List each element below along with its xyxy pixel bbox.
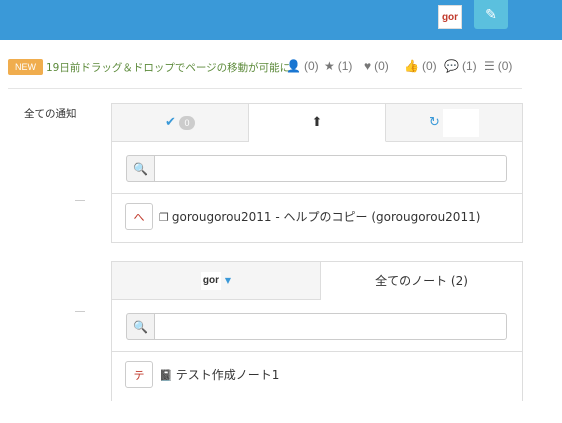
tab-checked[interactable]: ✔ 0: [112, 104, 249, 141]
user-icon: 👤: [286, 59, 301, 73]
check-icon: ✔: [165, 115, 176, 130]
page-thumbnail: へ: [125, 203, 153, 230]
notes-search: 🔍: [112, 300, 522, 352]
item-text: テスト作成ノート1: [175, 368, 280, 382]
search-input[interactable]: [154, 155, 507, 182]
notes-tabs: gor ▼ 全てのノート (2): [112, 262, 522, 300]
tab-refresh[interactable]: ↻: [386, 104, 522, 141]
upload-icon: ⬆: [311, 115, 323, 130]
stat-users[interactable]: 👤 (0): [286, 59, 319, 73]
notes-panel: gor ▼ 全てのノート (2) 🔍 テ 📓 テスト作成ノート1: [111, 261, 523, 401]
new-badge: NEW: [8, 59, 43, 75]
divider: [8, 88, 522, 89]
stat-value: (0): [374, 59, 389, 73]
search-input[interactable]: [154, 313, 507, 340]
thumbs-up-icon: 👍: [404, 59, 419, 73]
user-avatar[interactable]: gor: [438, 5, 462, 29]
edit-button[interactable]: ✎: [474, 0, 508, 29]
stat-value: (0): [421, 59, 437, 73]
tab-label: 全てのノート (2): [375, 274, 468, 288]
divider: [75, 200, 85, 201]
item-label[interactable]: ❐ gorougorou2011 - ヘルプのコピー (gorougorou201…: [159, 208, 480, 225]
comments-icon: 💬: [444, 59, 459, 73]
heart-icon: ♥: [364, 59, 372, 73]
stat-list[interactable]: ☰ (0): [484, 59, 512, 73]
tab-all-notes[interactable]: 全てのノート (2): [321, 262, 522, 300]
all-notifications-label[interactable]: 全ての通知: [24, 106, 77, 121]
stat-stars[interactable]: ★ (1): [324, 59, 352, 73]
search-icon: 🔍: [133, 319, 148, 334]
list-item[interactable]: へ ❐ gorougorou2011 - ヘルプのコピー (gorougorou2…: [112, 194, 522, 238]
search-icon: 🔍: [133, 161, 148, 176]
count-badge: 0: [178, 115, 195, 130]
stat-comments[interactable]: 💬 (1): [444, 59, 477, 73]
user-avatar: gor: [200, 271, 221, 290]
book-icon: 📓: [159, 369, 173, 382]
tab-user-filter[interactable]: gor ▼: [112, 262, 321, 299]
blank-area: [442, 108, 479, 137]
refresh-icon: ↻: [429, 115, 440, 130]
caret-down-icon: ▼: [224, 276, 232, 285]
list-icon: ☰: [484, 59, 495, 73]
info-bar: NEW 19日前ドラッグ＆ドロップでページの移動が可能に 👤 (0) ★ (1) ♥…: [0, 56, 522, 80]
search-button[interactable]: 🔍: [126, 155, 155, 182]
note-thumbnail: テ: [125, 361, 153, 388]
stat-value: (0): [497, 59, 513, 73]
top-navbar: gor ✎: [0, 0, 562, 40]
pencil-icon: ✎: [485, 6, 497, 23]
stat-thumbs[interactable]: 👍 (0): [404, 59, 437, 73]
stat-likes[interactable]: ♥ (0): [364, 59, 389, 73]
item-label[interactable]: 📓 テスト作成ノート1: [159, 366, 279, 383]
stat-value: (1): [461, 59, 477, 73]
tab-upload[interactable]: ⬆: [249, 104, 386, 142]
search-button[interactable]: 🔍: [126, 313, 155, 340]
notification-search: 🔍: [112, 142, 522, 194]
stat-value: (1): [337, 59, 353, 73]
notifications-panel: ✔ 0 ⬆ ↻ 🔍 へ ❐ gorougorou2011 - ヘルプのコピー (g…: [111, 103, 523, 243]
list-item[interactable]: テ 📓 テスト作成ノート1: [112, 352, 522, 396]
stat-value: (0): [303, 59, 319, 73]
item-text: gorougorou2011 - ヘルプのコピー (gorougorou2011…: [171, 210, 481, 224]
copy-icon: ❐: [159, 211, 169, 224]
news-link[interactable]: 19日前ドラッグ＆ドロップでページの移動が可能に: [46, 60, 290, 75]
divider: [75, 311, 85, 312]
star-icon: ★: [324, 59, 335, 73]
notification-tabs: ✔ 0 ⬆ ↻: [112, 104, 522, 142]
